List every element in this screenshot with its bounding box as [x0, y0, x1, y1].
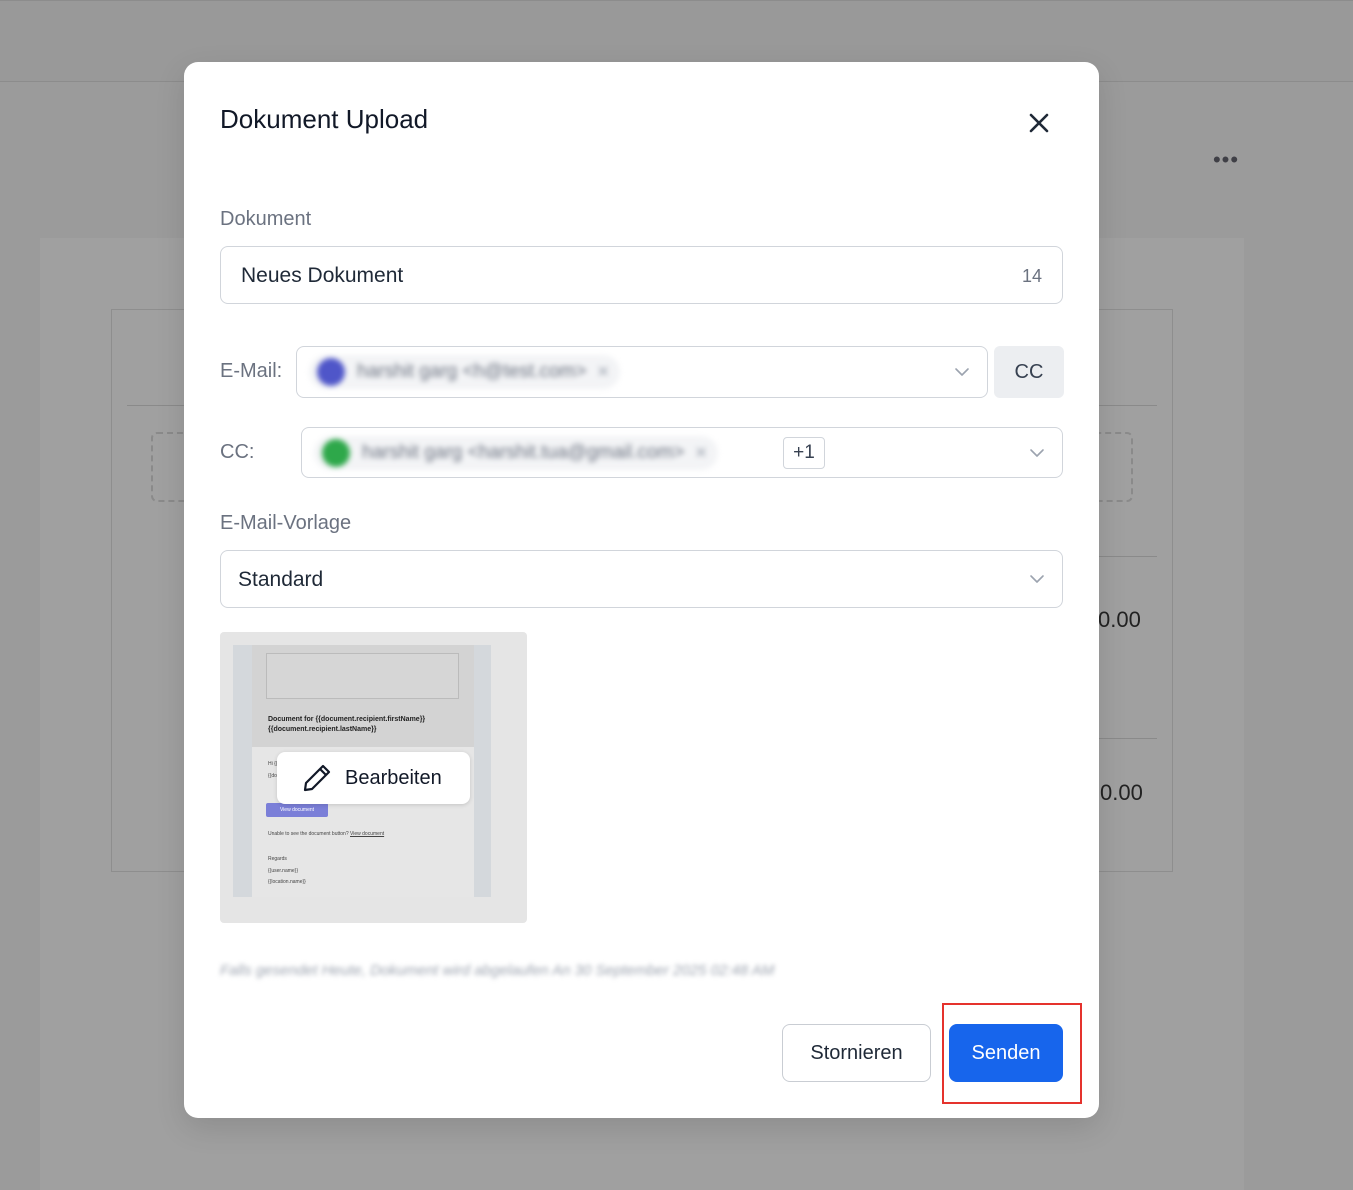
template-value: Standard [238, 568, 324, 591]
preview-view-document-button: View document [266, 803, 328, 817]
close-button[interactable] [1022, 106, 1056, 140]
pencil-icon [303, 764, 331, 792]
preview-unable-text: Unable to see the document button? View … [268, 831, 385, 837]
email-recipient-chip[interactable]: harshit garg <h@test.com> ✕ [309, 355, 620, 389]
remove-chip-icon[interactable]: ✕ [596, 362, 609, 382]
document-name-value: Neues Dokument [241, 264, 404, 287]
divider [1090, 556, 1157, 557]
edit-template-button[interactable]: Bearbeiten [277, 752, 470, 804]
more-recipients-badge[interactable]: +1 [783, 437, 825, 469]
preview-regards: Regards [268, 856, 287, 862]
preview-location-name: {{location.name}} [268, 879, 306, 885]
divider [1090, 738, 1157, 739]
template-label: E-Mail-Vorlage [220, 512, 352, 534]
character-count: 14 [1021, 266, 1042, 286]
document-upload-modal: Dokument Upload Dokument Neues Dokument … [184, 62, 1099, 1118]
chevron-down-icon [1030, 448, 1044, 457]
avatar [317, 358, 345, 386]
more-options-icon[interactable]: ••• [1208, 148, 1244, 172]
chevron-down-icon [955, 368, 969, 376]
preview-logo-placeholder [266, 653, 459, 699]
close-icon [1029, 113, 1049, 133]
email-label: E-Mail: [220, 360, 283, 382]
document-label: Dokument [220, 208, 312, 230]
modal-title: Dokument Upload [220, 104, 429, 134]
template-preview: Document for {{document.recipient.firstN… [220, 632, 527, 923]
email-recipient-select[interactable]: harshit garg <h@test.com> ✕ [296, 346, 988, 398]
edit-button-label: Bearbeiten [345, 766, 442, 789]
preview-user-name: {{user.name}} [268, 868, 299, 874]
recipient-text: harshit garg <h@test.com> [357, 361, 587, 382]
template-select[interactable]: Standard [220, 550, 1063, 608]
cc-recipient-chip[interactable]: harshit garg <harshit.tua@gmail.com> ✕ [314, 436, 718, 470]
cc-recipient-select[interactable]: harshit garg <harshit.tua@gmail.com> ✕ +… [301, 427, 1063, 478]
chevron-down-icon [1030, 575, 1044, 583]
cc-button[interactable]: CC [994, 346, 1064, 398]
recipient-text: harshit garg <harshit.tua@gmail.com> [362, 442, 685, 463]
send-button-highlight [942, 1003, 1082, 1104]
preview-document-title: Document for {{document.recipient.firstN… [268, 716, 426, 733]
avatar [322, 439, 350, 467]
preview-header: Document for {{document.recipient.firstN… [252, 645, 474, 747]
background-amount: 0.00 [1100, 780, 1143, 805]
preview-greeting: {{do [268, 773, 277, 779]
background-amount: 0.00 [1098, 607, 1141, 632]
remove-chip-icon[interactable]: ✕ [694, 443, 707, 463]
expiry-note: Falls gesendet Heute, Dokument wird abge… [220, 962, 775, 979]
cc-label: CC: [220, 441, 255, 463]
cancel-button[interactable]: Stornieren [782, 1024, 931, 1082]
document-name-input[interactable]: Neues Dokument 14 [220, 246, 1063, 304]
